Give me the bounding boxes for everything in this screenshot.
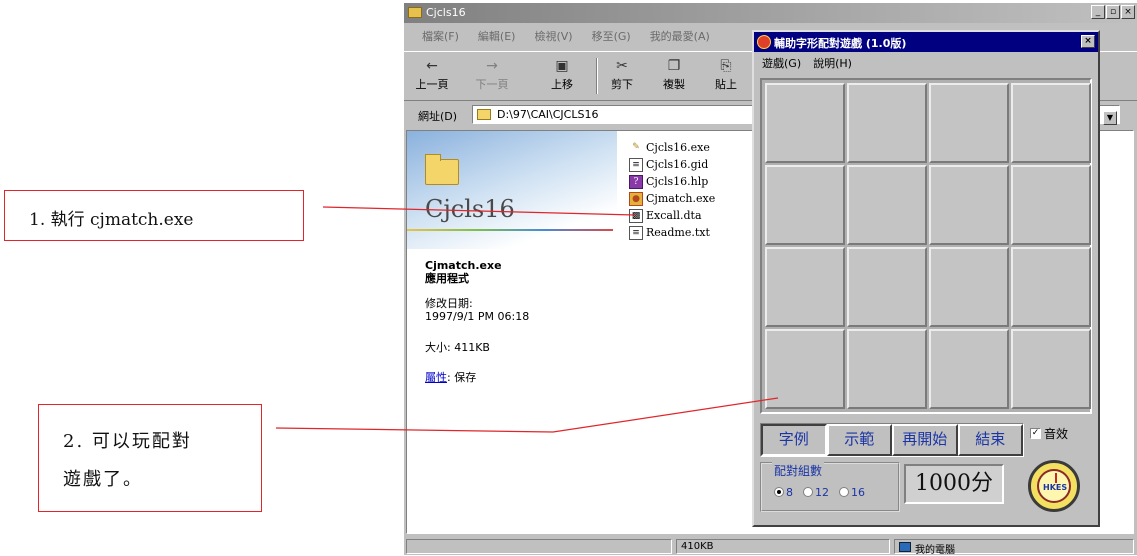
callout-connectors [275,206,779,433]
connector-line-2 [275,397,779,433]
connector-line-1 [322,206,636,216]
